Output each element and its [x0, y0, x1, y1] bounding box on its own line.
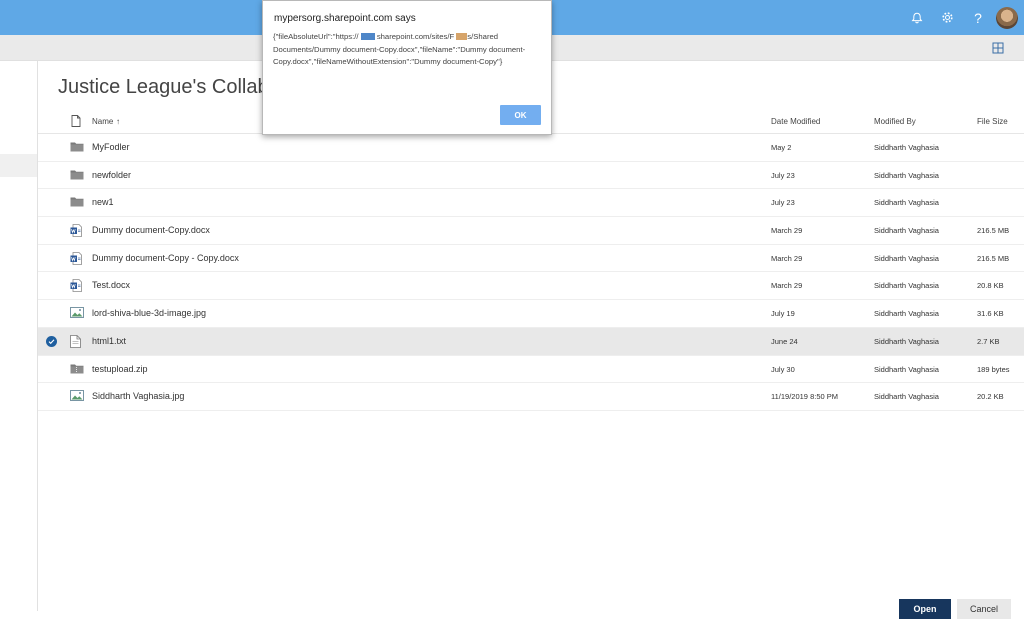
column-header-date-modified[interactable]: Date Modified: [771, 117, 820, 126]
table-row[interactable]: Dummy document-Copy.docx March 29 Siddhart…: [38, 217, 1024, 245]
table-row[interactable]: testupload.zip July 30 Siddharth Vaghasia 1…: [38, 356, 1024, 384]
file-date-modified: July 30: [771, 364, 795, 374]
file-date-modified: March 29: [771, 253, 803, 263]
redaction-mark: [360, 33, 375, 41]
image-file-icon: [70, 307, 84, 320]
word-file-icon: [70, 279, 84, 293]
file-name[interactable]: Dummy document-Copy.docx: [92, 225, 210, 235]
file-name[interactable]: html1.txt: [92, 336, 126, 346]
table-row[interactable]: Siddharth Vaghasia.jpg 11/19/2019 8:50 PM…: [38, 383, 1024, 411]
dialog-message-part: sharepoint.com/sites/F: [376, 32, 455, 41]
column-header-name[interactable]: Name: [92, 117, 113, 126]
table-row[interactable]: html1.txt June 24 Siddharth Vaghasia 2.7 KB: [38, 327, 1024, 356]
file-modified-by: Siddharth Vaghasia: [874, 309, 939, 319]
file-size: 2.7 KB: [977, 336, 1000, 346]
file-name[interactable]: Dummy document-Copy - Copy.docx: [92, 253, 239, 263]
table-row[interactable]: newfolder July 23 Siddharth Vaghasia: [38, 162, 1024, 190]
image-file-icon: [70, 390, 84, 403]
column-header-file-size[interactable]: File Size: [977, 117, 1008, 126]
nav-selected-item[interactable]: [0, 154, 37, 177]
file-date-modified: July 23: [771, 198, 795, 208]
file-modified-by: Siddharth Vaghasia: [874, 364, 939, 374]
column-header-modified-by[interactable]: Modified By: [874, 117, 916, 126]
file-modified-by: Siddharth Vaghasia: [874, 170, 939, 180]
zip-file-icon: [70, 363, 84, 376]
word-file-icon: [70, 251, 84, 265]
folder-file-icon: [70, 169, 84, 182]
file-list: Name ↑ Date Modified Modified By File Si…: [38, 110, 1024, 411]
folder-file-icon: [70, 196, 84, 209]
file-size: 20.2 KB: [977, 392, 1004, 402]
alert-dialog: mypersorg.sharepoint.com says {"fileAbso…: [262, 0, 552, 135]
dialog-message: {"fileAbsoluteUrl":"https:// sharepoint.…: [273, 31, 543, 69]
file-date-modified: May 2: [771, 143, 792, 152]
word-file-icon: [70, 224, 84, 237]
file-modified-by: Siddharth Vaghasia: [874, 336, 939, 346]
file-name[interactable]: Siddharth Vaghasia.jpg: [92, 391, 184, 401]
file-date-modified: June 24: [771, 336, 798, 346]
file-size: 189 bytes: [977, 364, 1010, 374]
text-file-icon: [70, 334, 84, 348]
table-row[interactable]: lord-shiva-blue-3d-image.jpg July 19 Siddh…: [38, 300, 1024, 328]
file-size: 20.8 KB: [977, 281, 1004, 291]
ok-button[interactable]: OK: [500, 105, 541, 125]
file-modified-by: Siddharth Vaghasia: [874, 198, 939, 208]
file-name[interactable]: newfolder: [92, 170, 131, 180]
file-modified-by: Siddharth Vaghasia: [874, 281, 939, 291]
file-size: 216.5 MB: [977, 253, 1010, 263]
file-date-modified: March 29: [771, 281, 803, 291]
file-size: 216.5 MB: [977, 226, 1010, 236]
file-date-modified: July 23: [771, 170, 795, 180]
dialog-message-part: {"fileAbsoluteUrl":"https://: [273, 32, 359, 41]
file-type-header-icon[interactable]: [71, 115, 81, 129]
file-name[interactable]: MyFodler: [92, 142, 130, 152]
cancel-button[interactable]: Cancel: [957, 599, 1011, 619]
file-name[interactable]: lord-shiva-blue-3d-image.jpg: [92, 308, 206, 318]
file-name[interactable]: new1: [92, 197, 114, 207]
bell-icon[interactable]: [907, 8, 927, 28]
tiles-view-icon[interactable]: [992, 41, 1004, 54]
file-modified-by: Siddharth Vaghasia: [874, 226, 939, 236]
file-date-modified: July 19: [771, 309, 795, 319]
file-name[interactable]: Test.docx: [92, 280, 130, 290]
help-icon[interactable]: ?: [968, 8, 988, 28]
file-modified-by: Siddharth Vaghasia: [874, 143, 939, 152]
file-modified-by: Siddharth Vaghasia: [874, 392, 939, 402]
redaction-mark: [456, 33, 468, 41]
left-navigation: [0, 61, 38, 611]
avatar[interactable]: [996, 7, 1018, 29]
table-row[interactable]: Test.docx March 29 Siddharth Vaghasia 20.8 …: [38, 272, 1024, 301]
file-modified-by: Siddharth Vaghasia: [874, 253, 939, 263]
sort-ascending-icon[interactable]: ↑: [116, 117, 120, 126]
file-date-modified: March 29: [771, 226, 803, 236]
table-row[interactable]: MyFodler May 2 Siddharth Vaghasia: [38, 134, 1024, 162]
open-button[interactable]: Open: [899, 599, 951, 619]
file-size: 31.6 KB: [977, 309, 1004, 319]
dialog-title: mypersorg.sharepoint.com says: [274, 13, 416, 24]
file-name[interactable]: testupload.zip: [92, 364, 148, 374]
file-date-modified: 11/19/2019 8:50 PM: [771, 392, 838, 402]
table-row[interactable]: new1 July 23 Siddharth Vaghasia: [38, 189, 1024, 218]
table-row[interactable]: Dummy document-Copy - Copy.docx March 29 S…: [38, 245, 1024, 273]
gear-icon[interactable]: [937, 8, 957, 28]
row-checkmark-icon[interactable]: [46, 335, 57, 347]
folder-file-icon: [70, 141, 84, 154]
